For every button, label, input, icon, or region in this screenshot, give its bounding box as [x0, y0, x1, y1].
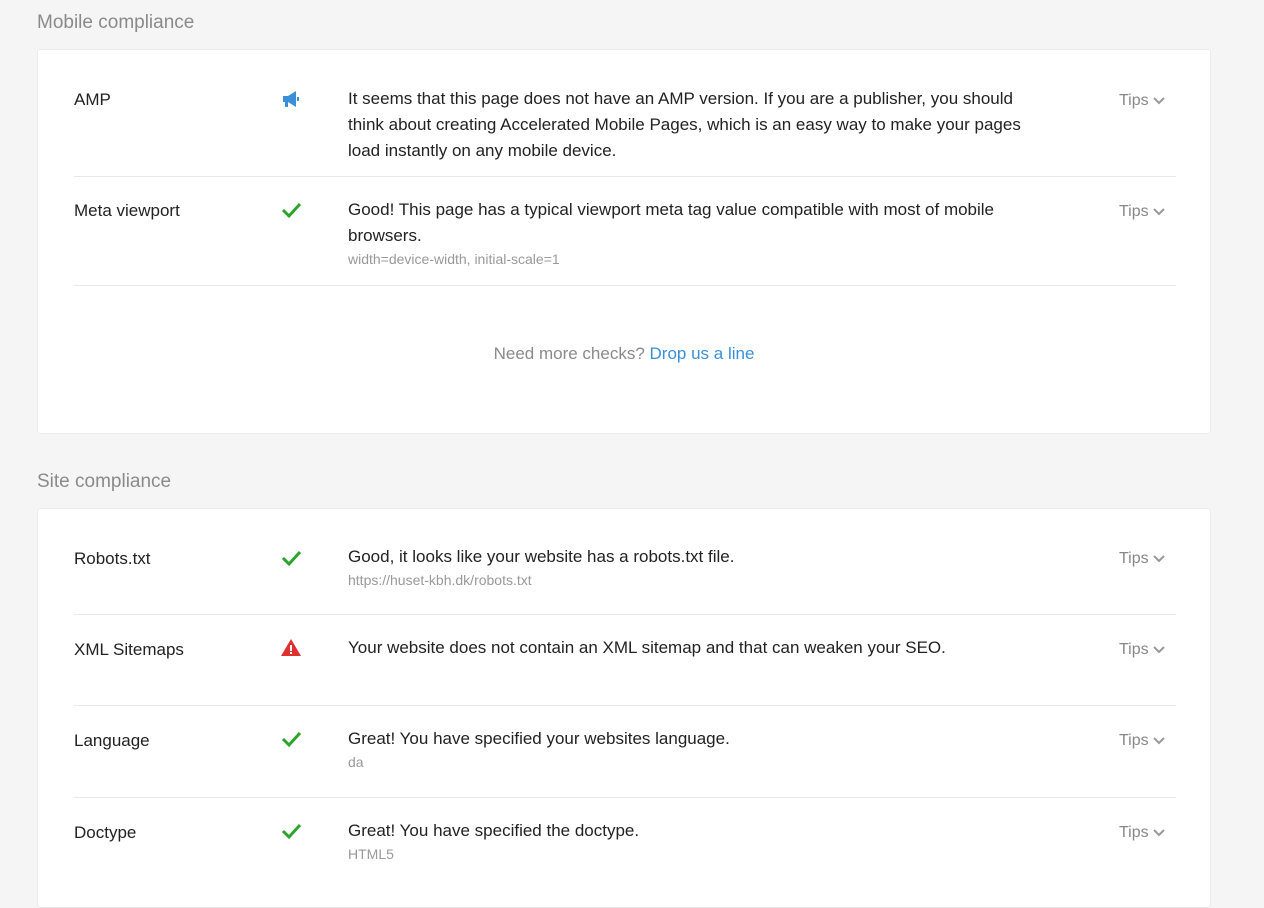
check-message: Good, it looks like your website has a r…: [348, 544, 1048, 590]
tips-toggle-language[interactable]: Tips: [1119, 732, 1166, 750]
site-compliance-card: Robots.txt Good, it looks like your webs…: [37, 508, 1211, 908]
check-message-text: Good, it looks like your website has a r…: [348, 547, 735, 566]
check-detail: width=device-width, initial-scale=1: [348, 251, 560, 267]
chevron-down-icon: [1152, 550, 1166, 568]
tips-toggle-amp[interactable]: Tips: [1119, 92, 1166, 110]
check-name: Robots.txt: [74, 549, 151, 568]
check-message-text: Great! You have specified the doctype.: [348, 821, 640, 840]
check-name: AMP: [74, 90, 111, 109]
check-message: Your website does not contain an XML sit…: [348, 635, 1048, 661]
tips-label: Tips: [1119, 203, 1149, 220]
check-row-amp: AMP It seems that this page does not hav…: [74, 50, 1176, 177]
tips-toggle-meta-viewport[interactable]: Tips: [1119, 203, 1166, 221]
check-message: Good! This page has a typical viewport m…: [348, 197, 1048, 269]
tips-label: Tips: [1119, 732, 1149, 749]
megaphone-icon: [280, 88, 304, 112]
drop-us-a-line-link[interactable]: Drop us a line: [650, 344, 755, 363]
check-name: Language: [74, 731, 150, 750]
check-name: Doctype: [74, 823, 137, 842]
check-icon: [280, 728, 304, 752]
tips-label: Tips: [1119, 550, 1149, 567]
check-row-robots: Robots.txt Good, it looks like your webs…: [74, 509, 1176, 615]
check-detail: https://huset-kbh.dk/robots.txt: [348, 572, 532, 588]
check-icon: [280, 547, 304, 571]
check-detail: HTML5: [348, 846, 394, 862]
check-row-meta-viewport: Meta viewport Good! This page has a typi…: [74, 177, 1176, 286]
tips-label: Tips: [1119, 824, 1149, 841]
check-name: Meta viewport: [74, 201, 180, 220]
need-more-checks: Need more checks? Drop us a line: [38, 344, 1210, 364]
chevron-down-icon: [1152, 203, 1166, 221]
check-detail: da: [348, 754, 364, 770]
tips-toggle-doctype[interactable]: Tips: [1119, 824, 1166, 842]
tips-label: Tips: [1119, 641, 1149, 658]
check-row-language: Language Great! You have specified your …: [74, 706, 1176, 798]
check-icon: [280, 199, 304, 223]
check-row-doctype: Doctype Great! You have specified the do…: [74, 798, 1176, 888]
chevron-down-icon: [1152, 824, 1166, 842]
check-icon: [280, 820, 304, 844]
tips-toggle-xml-sitemaps[interactable]: Tips: [1119, 641, 1166, 659]
check-message-text: Great! You have specified your websites …: [348, 729, 730, 748]
check-name: XML Sitemaps: [74, 640, 184, 659]
section-title-mobile: Mobile compliance: [37, 12, 195, 33]
check-message-text: Good! This page has a typical viewport m…: [348, 200, 995, 245]
check-row-xml-sitemaps: XML Sitemaps Your website does not conta…: [74, 615, 1176, 706]
section-title-site: Site compliance: [37, 471, 172, 492]
check-message-text: It seems that this page does not have an…: [348, 89, 1021, 160]
check-message: Great! You have specified the doctype. H…: [348, 818, 1048, 864]
chevron-down-icon: [1152, 92, 1166, 110]
check-message: Great! You have specified your websites …: [348, 726, 1048, 772]
chevron-down-icon: [1152, 732, 1166, 750]
need-more-text: Need more checks?: [493, 344, 645, 363]
check-message: It seems that this page does not have an…: [348, 86, 1048, 164]
check-message-text: Your website does not contain an XML sit…: [348, 638, 946, 657]
warning-icon: [280, 637, 304, 661]
mobile-compliance-card: AMP It seems that this page does not hav…: [37, 49, 1211, 434]
chevron-down-icon: [1152, 641, 1166, 659]
tips-toggle-robots[interactable]: Tips: [1119, 550, 1166, 568]
tips-label: Tips: [1119, 92, 1149, 109]
